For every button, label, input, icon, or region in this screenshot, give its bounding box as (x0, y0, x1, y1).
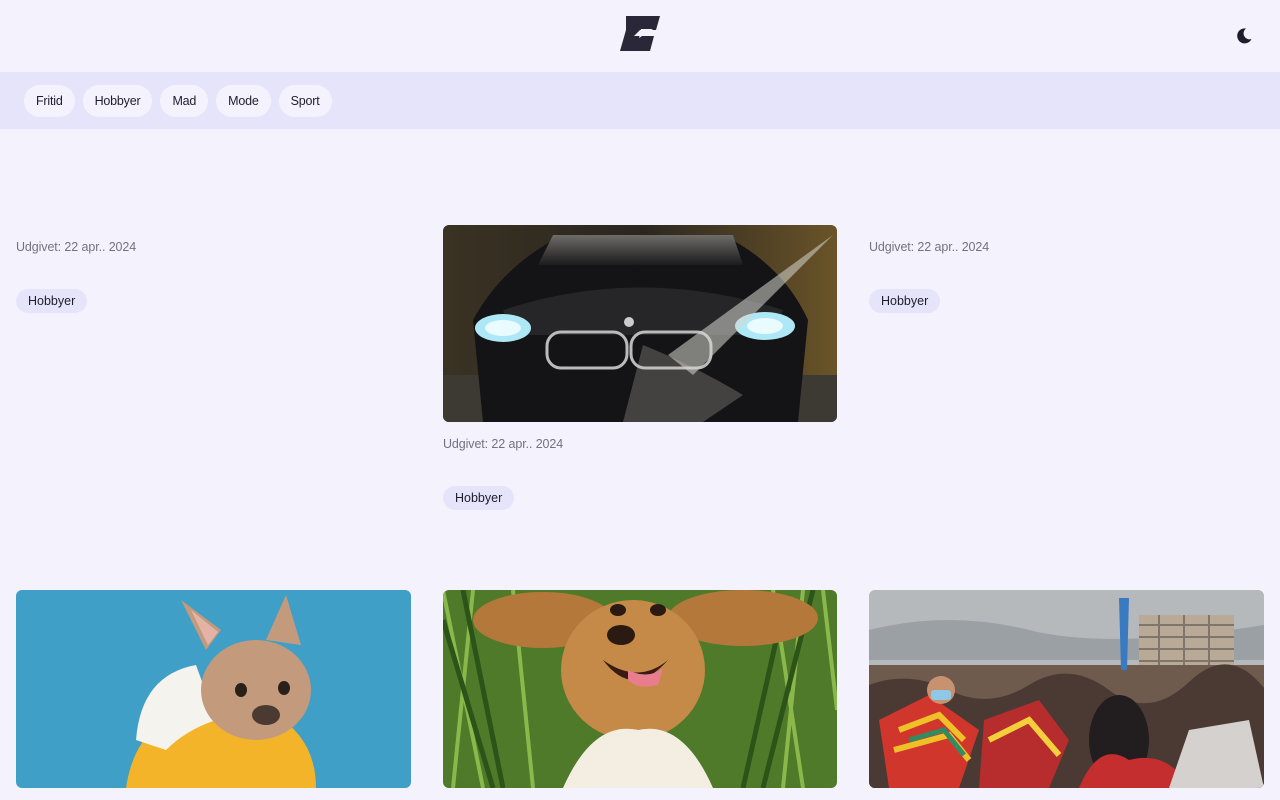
car-wash-image[interactable] (443, 225, 837, 422)
article-date: Udgivet: 22 apr.. 2024 (443, 437, 564, 451)
moon-icon[interactable] (1232, 24, 1256, 48)
category-chip-mad[interactable]: Mad (160, 85, 209, 117)
article-tag[interactable]: Hobbyer (16, 289, 88, 313)
festival-crowd-image[interactable] (869, 590, 1264, 788)
article-date: Udgivet: 22 apr.. 2024 (16, 240, 137, 254)
category-chip-sport[interactable]: Sport (278, 85, 332, 117)
article-date: Udgivet: 22 apr.. 2024 (869, 240, 990, 254)
french-bulldog-image[interactable] (16, 590, 411, 788)
category-chip-hobbyer[interactable]: Hobbyer (82, 85, 153, 117)
article-tag[interactable]: Hobbyer (443, 486, 515, 510)
category-chip-mode[interactable]: Mode (216, 85, 271, 117)
brand-logo-icon[interactable] (620, 16, 660, 51)
site-header (0, 0, 1280, 72)
article-tag[interactable]: Hobbyer (869, 289, 941, 313)
golden-dog-grass-image[interactable] (443, 590, 837, 788)
category-bar: Fritid Hobbyer Mad Mode Sport (0, 72, 1280, 129)
category-chip-fritid[interactable]: Fritid (24, 85, 75, 117)
